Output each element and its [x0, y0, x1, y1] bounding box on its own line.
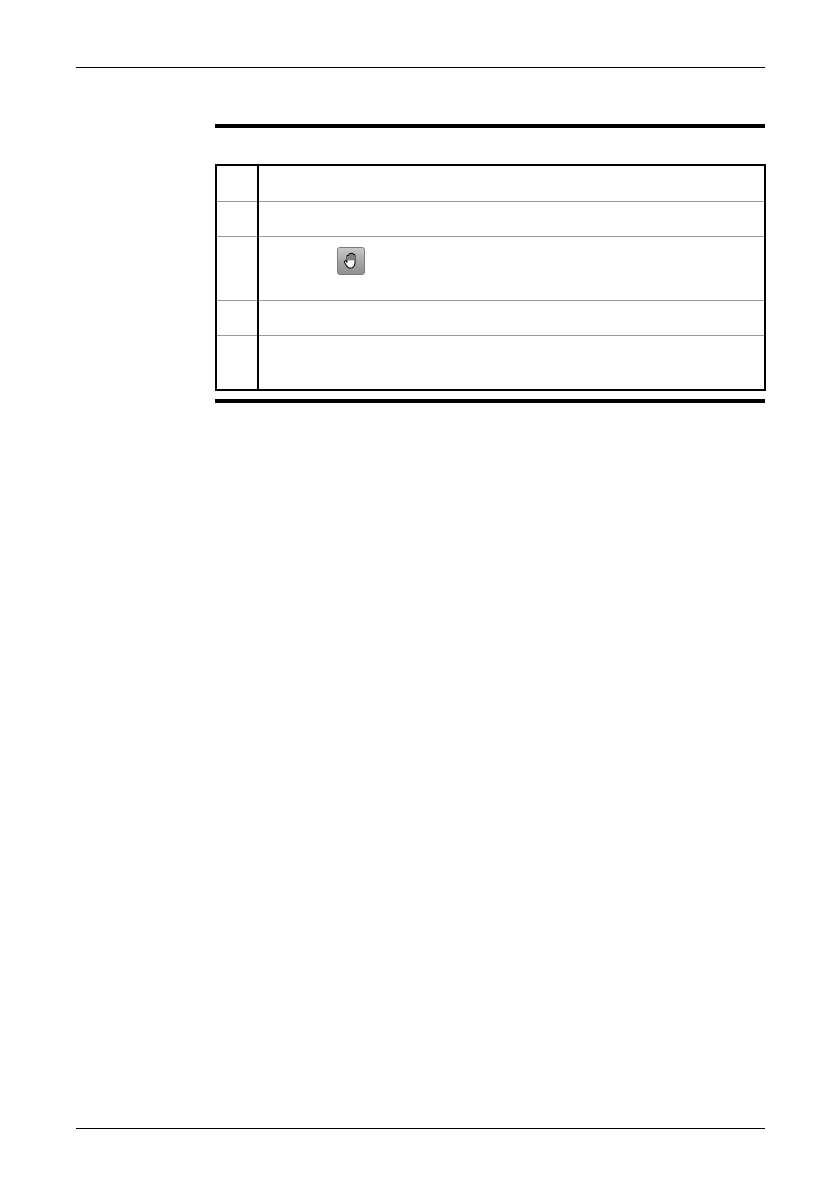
procedure-steps-table [215, 164, 766, 391]
step-text [258, 236, 765, 301]
step-number [216, 236, 259, 301]
step-row [216, 165, 765, 202]
procedure-bottom-rule [215, 399, 765, 403]
pan-tool-button [337, 247, 365, 275]
step-text [258, 165, 765, 202]
step-number [216, 165, 259, 202]
step-text [258, 201, 765, 237]
pan-hand-icon [337, 247, 365, 275]
step-number [216, 201, 259, 237]
footer-rule [76, 1128, 765, 1129]
step-row [216, 335, 765, 390]
step-row [216, 201, 765, 237]
procedure-top-rule [215, 124, 765, 128]
step-text [258, 335, 765, 390]
step-number [216, 300, 259, 336]
step-text [258, 300, 765, 336]
step-row [216, 236, 765, 301]
header-rule [76, 67, 765, 68]
manual-page [0, 0, 839, 1191]
step-number [216, 335, 259, 390]
step-row [216, 300, 765, 336]
